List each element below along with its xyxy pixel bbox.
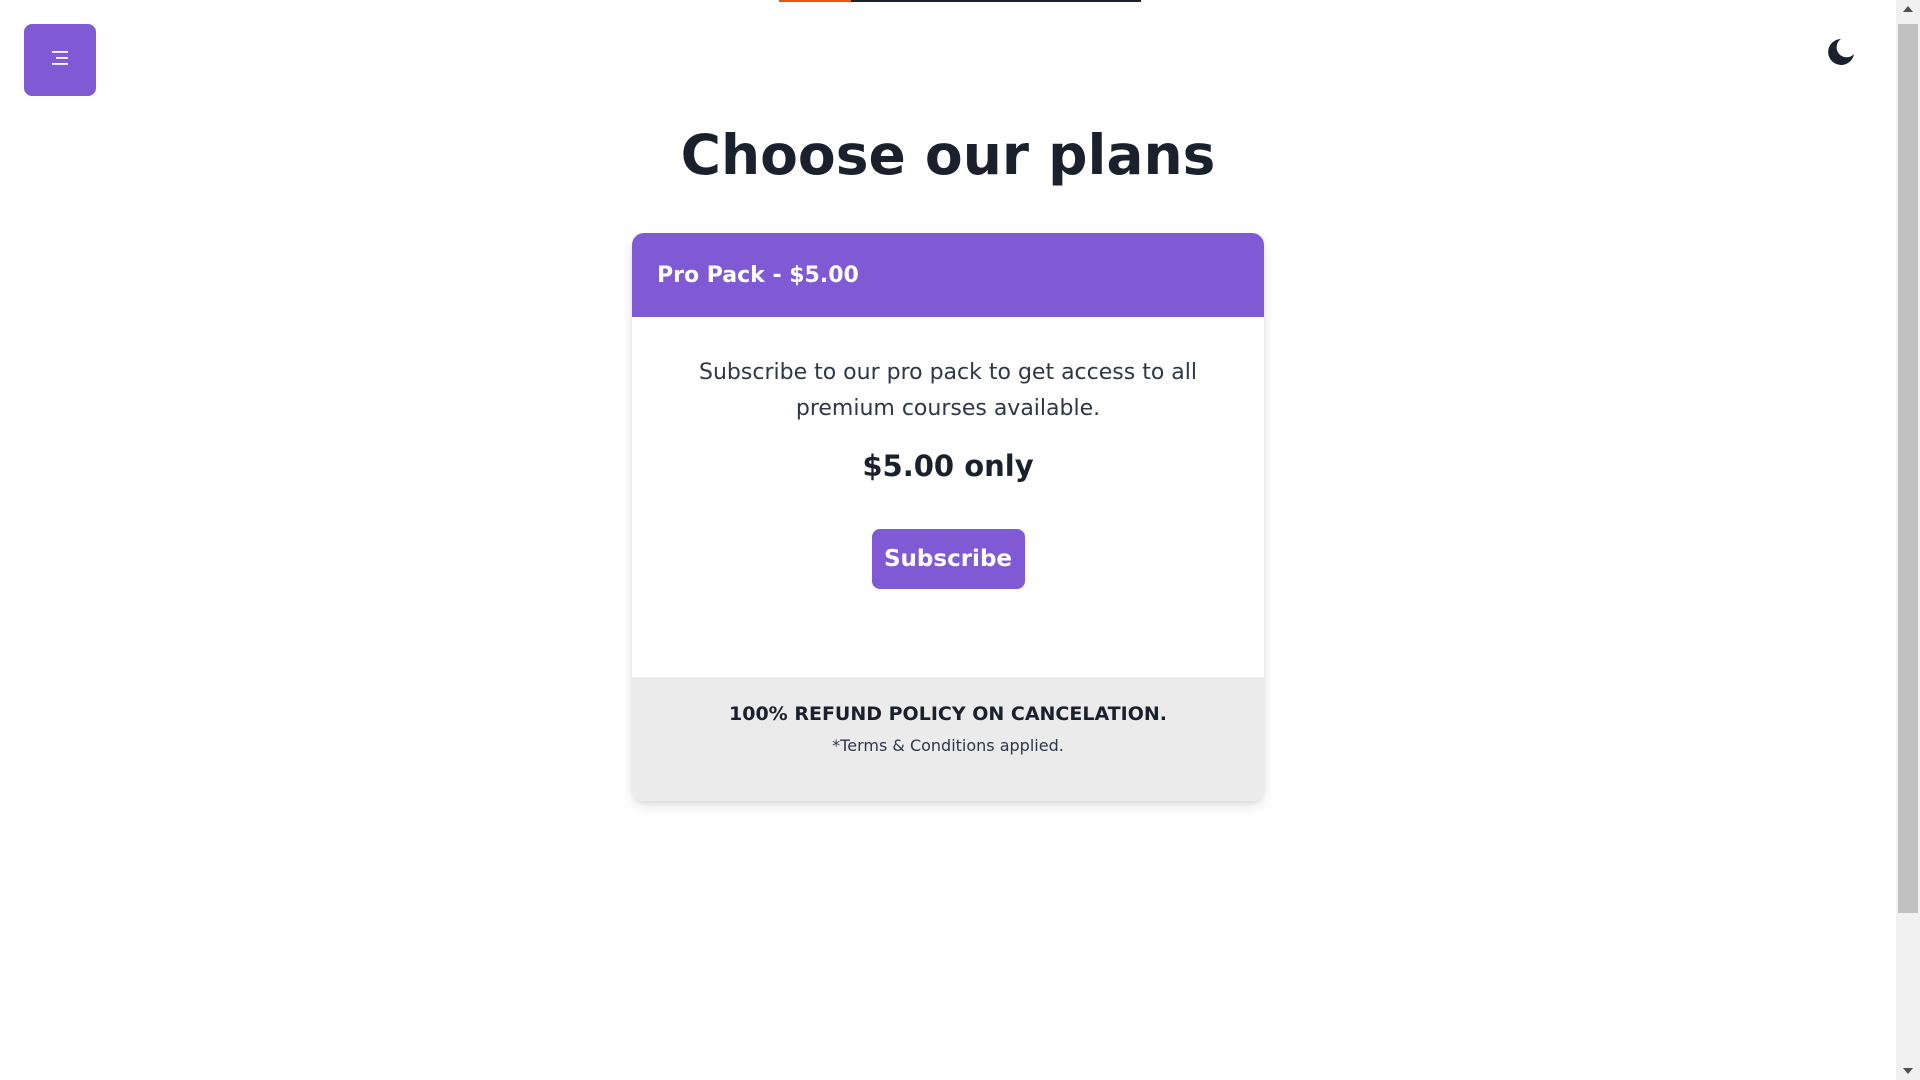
terms-text: *Terms & Conditions applied. [832, 736, 1064, 755]
reading-progress-bar [779, 0, 1141, 2]
refund-policy-text: 100% REFUND POLICY ON CANCELATION. [729, 703, 1167, 725]
subscribe-button[interactable]: Subscribe [871, 529, 1025, 589]
plan-price: $5.00 only [862, 449, 1034, 483]
plan-header: Pro Pack - $5.00 [632, 233, 1264, 317]
reading-progress-fill [779, 0, 852, 2]
plan-description: Subscribe to our pro pack to get access … [699, 360, 1197, 421]
plan-body: Subscribe to our pro pack to get access … [632, 317, 1264, 677]
plan-card: Pro Pack - $5.00 Subscribe to our pro pa… [632, 233, 1264, 801]
menu-button[interactable] [24, 24, 96, 96]
page-title: Choose our plans [680, 123, 1216, 187]
dark-mode-toggle[interactable] [1823, 36, 1859, 72]
plan-footer: 100% REFUND POLICY ON CANCELATION. *Term… [632, 677, 1264, 801]
scroll-up-arrow-icon[interactable] [1896, 0, 1920, 18]
menu-icon [50, 50, 70, 70]
scroll-down-arrow-icon[interactable] [1896, 1062, 1920, 1080]
scrollbar-thumb[interactable] [1898, 24, 1918, 913]
moon-icon [1826, 37, 1856, 71]
vertical-scrollbar[interactable] [1896, 0, 1920, 1080]
